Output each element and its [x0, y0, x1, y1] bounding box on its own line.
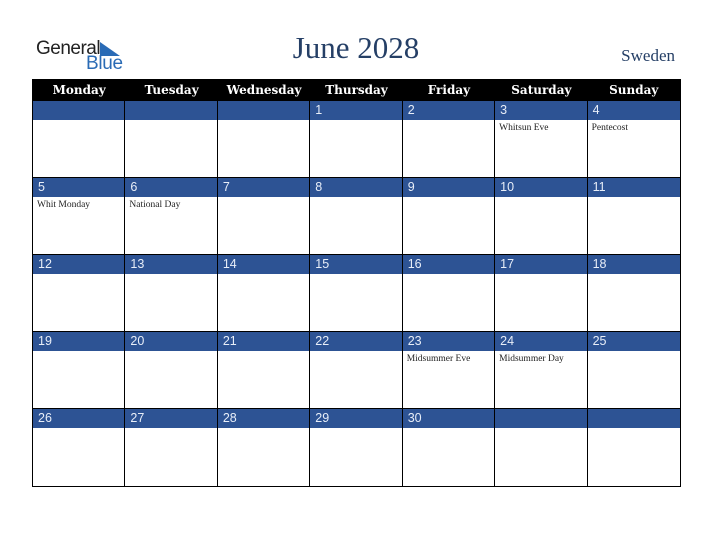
day-number: 10: [495, 178, 587, 197]
day-number: 19: [33, 332, 125, 351]
page-title: June 2028: [292, 30, 420, 65]
day-number: [125, 101, 217, 120]
day-cell[interactable]: 4 Pentecost: [587, 101, 680, 178]
day-number: 27: [125, 409, 217, 428]
day-cell[interactable]: 23 Midsummer Eve: [402, 332, 496, 409]
day-cell[interactable]: 3 Whitsun Eve: [495, 101, 588, 178]
day-cell[interactable]: 20: [125, 332, 218, 409]
day-number: 5: [33, 178, 125, 197]
day-cell[interactable]: 24 Midsummer Day: [495, 332, 588, 409]
day-number: 18: [587, 255, 680, 274]
weekday-label: Saturday: [511, 83, 572, 97]
day-number: 15: [310, 255, 402, 274]
day-number: 6: [125, 178, 217, 197]
day-number: 16: [402, 255, 495, 274]
day-number: 21: [217, 332, 310, 351]
country-label: Sweden: [621, 46, 675, 65]
day-number: 2: [402, 101, 495, 120]
week-row: 1 2 3 Whitsun Eve 4 Pentecost: [33, 101, 680, 178]
day-cell[interactable]: 16: [402, 255, 496, 332]
day-cell[interactable]: 27: [125, 409, 218, 486]
holiday-label: Whitsun Eve: [499, 123, 549, 133]
day-cell[interactable]: 22: [310, 332, 403, 409]
day-cell[interactable]: [495, 409, 588, 486]
day-cell[interactable]: 18: [587, 255, 680, 332]
holiday-label: National Day: [129, 200, 181, 210]
weekday-label: Friday: [427, 83, 471, 97]
holiday-label: Whit Monday: [37, 200, 91, 210]
day-number: [495, 409, 587, 428]
day-cell[interactable]: 19: [33, 332, 126, 409]
weekday-label: Monday: [52, 83, 106, 97]
day-cell[interactable]: 7: [217, 178, 311, 255]
day-cell[interactable]: 14: [217, 255, 311, 332]
day-cell[interactable]: [587, 409, 680, 486]
calendar-grid: Monday Tuesday Wednesday Thursday Friday…: [32, 79, 681, 487]
day-cell[interactable]: 6 National Day: [125, 178, 218, 255]
day-cell[interactable]: 12: [33, 255, 126, 332]
day-cell[interactable]: 29: [310, 409, 403, 486]
day-cell[interactable]: 17: [495, 255, 588, 332]
day-cell[interactable]: [217, 101, 311, 178]
day-number: 17: [495, 255, 587, 274]
day-number: 1: [310, 101, 402, 120]
weekday-label: Thursday: [325, 83, 388, 97]
day-number: 28: [217, 409, 310, 428]
day-cell[interactable]: 15: [310, 255, 403, 332]
day-cell[interactable]: 28: [217, 409, 311, 486]
day-number: 8: [310, 178, 402, 197]
day-number: 4: [587, 101, 680, 120]
day-number: 25: [587, 332, 680, 351]
day-cell[interactable]: 5 Whit Monday: [33, 178, 126, 255]
week-row: 12 13 14 15 16 17 18: [33, 255, 680, 332]
day-cell[interactable]: 1: [310, 101, 403, 178]
day-cell[interactable]: 21: [217, 332, 311, 409]
week-row: 19 20 21 22 23 Midsummer Eve 24 Midsummer Day 25: [33, 332, 680, 409]
day-number: 23: [402, 332, 495, 351]
day-number: 20: [125, 332, 217, 351]
day-number: 24: [495, 332, 587, 351]
day-number: 14: [217, 255, 310, 274]
day-cell[interactable]: 11: [587, 178, 680, 255]
day-number: [33, 101, 125, 120]
day-number: [587, 409, 680, 428]
day-number: 3: [495, 101, 587, 120]
week-row: 26 27 28 29 30: [33, 409, 680, 486]
day-number: 11: [587, 178, 680, 197]
day-cell[interactable]: [125, 101, 218, 178]
weekday-label: Wednesday: [226, 83, 302, 97]
day-number: 9: [402, 178, 495, 197]
day-number: 30: [402, 409, 495, 428]
day-cell[interactable]: 9: [402, 178, 496, 255]
holiday-label: Midsummer Day: [499, 354, 564, 364]
weekday-label: Tuesday: [144, 83, 199, 97]
day-cell[interactable]: 2: [402, 101, 496, 178]
day-number: [217, 101, 310, 120]
day-cell[interactable]: 8: [310, 178, 403, 255]
day-number: 22: [310, 332, 402, 351]
weekday-label: Sunday: [609, 83, 659, 97]
day-cell[interactable]: 26: [33, 409, 126, 486]
day-number: 13: [125, 255, 217, 274]
day-number: 26: [33, 409, 125, 428]
day-number: 7: [217, 178, 310, 197]
day-cell[interactable]: 10: [495, 178, 588, 255]
weekday-header: Monday Tuesday Wednesday Thursday Friday…: [33, 79, 680, 101]
day-cell[interactable]: 25: [587, 332, 680, 409]
holiday-label: Pentecost: [591, 123, 628, 133]
holiday-label: Midsummer Eve: [406, 354, 471, 364]
day-number: 29: [310, 409, 402, 428]
day-cell[interactable]: 13: [125, 255, 218, 332]
week-row: 5 Whit Monday 6 National Day 7 8 9 10 11: [33, 178, 680, 255]
day-number: 12: [33, 255, 125, 274]
day-cell[interactable]: [33, 101, 126, 178]
day-cell[interactable]: 30: [402, 409, 496, 486]
